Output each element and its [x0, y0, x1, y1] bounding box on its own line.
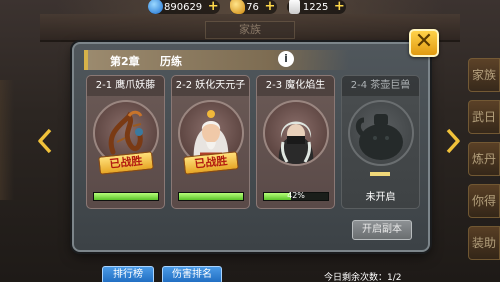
- resource-gem: 890629 +: [148, 0, 221, 14]
- stage-card-2-1[interactable]: 2-1 鹰爪妖藤 已战胜: [86, 75, 165, 209]
- chapter-name: 历练: [160, 55, 182, 68]
- info-icon[interactable]: i: [278, 51, 294, 67]
- lock-icon: [370, 172, 390, 176]
- stage-card-2-2[interactable]: 2-2 妖化天元子 已战胜: [171, 75, 250, 209]
- side-button-zhuangzhu[interactable]: 装助: [468, 226, 500, 260]
- add-gem-icon[interactable]: +: [207, 0, 219, 13]
- stage-progress-bar: [178, 192, 244, 201]
- add-scroll-icon[interactable]: +: [333, 0, 345, 13]
- right-side-menu: 家族 武日 炼丹 你得 装助: [468, 58, 500, 260]
- side-button-wuri[interactable]: 武日: [468, 100, 500, 134]
- background-sign: 家族: [205, 21, 295, 39]
- ingot-value: 76: [246, 1, 259, 13]
- previous-chapter-arrow-icon[interactable]: [38, 128, 52, 154]
- side-button-liandan[interactable]: 炼丹: [468, 142, 500, 176]
- masked-warrior-icon: [278, 121, 314, 164]
- chapter-number: 第2章: [110, 55, 140, 68]
- stage-progress-bar: 42%: [263, 191, 329, 201]
- teapot-beast-portrait: [348, 100, 414, 166]
- not-opened-label: 未开启: [365, 192, 396, 203]
- chapter-header: 第2章 历练: [84, 50, 349, 70]
- side-button-family[interactable]: 家族: [468, 58, 500, 92]
- next-chapter-arrow-icon[interactable]: [446, 128, 460, 154]
- side-button-nide[interactable]: 你得: [468, 184, 500, 218]
- start-dungeon-button[interactable]: 开启副本: [352, 220, 412, 240]
- progress-label: 42%: [287, 191, 305, 200]
- gem-value: 890629: [164, 1, 203, 13]
- resource-bar: 890629 + 76 + 1225 +: [148, 0, 347, 16]
- stage-progress-bar: [93, 192, 159, 201]
- scroll-value: 1225: [302, 1, 329, 13]
- progress-fill: [94, 193, 158, 200]
- stage-title: 2-3 魔化焰生: [257, 76, 334, 96]
- gem-icon: [148, 0, 163, 14]
- stage-card-2-4: 2-4 茶壶巨兽 未开启: [341, 75, 420, 209]
- gold-ingot-icon: [230, 0, 246, 14]
- resource-ingot: 76 +: [230, 0, 277, 14]
- remaining-attempts: 今日剩余次数：1/2: [324, 273, 402, 282]
- yansheng-portrait: [263, 100, 329, 166]
- resource-scroll: 1225 +: [286, 0, 347, 14]
- stage-card-2-3[interactable]: 2-3 魔化焰生 42%: [256, 75, 335, 209]
- damage-ranking-button[interactable]: 伤害排名: [162, 266, 222, 282]
- stage-title: 2-2 妖化天元子: [172, 76, 249, 96]
- ranking-button[interactable]: 排行榜: [102, 266, 154, 282]
- close-icon[interactable]: ✕: [409, 29, 439, 57]
- left-edge-decoration: [0, 80, 14, 200]
- add-ingot-icon[interactable]: +: [264, 0, 276, 13]
- teapot-beast-silhouette-icon: [355, 114, 403, 160]
- progress-fill: [179, 193, 243, 200]
- stage-list: 2-1 鹰爪妖藤 已战胜 2-2 妖化天元子 已战胜 2-3 魔化焰生 42% …: [86, 75, 420, 209]
- stage-title: 2-4 茶壶巨兽: [342, 76, 419, 96]
- scroll-icon: [288, 0, 300, 14]
- stage-title: 2-1 鹰爪妖藤: [87, 76, 164, 96]
